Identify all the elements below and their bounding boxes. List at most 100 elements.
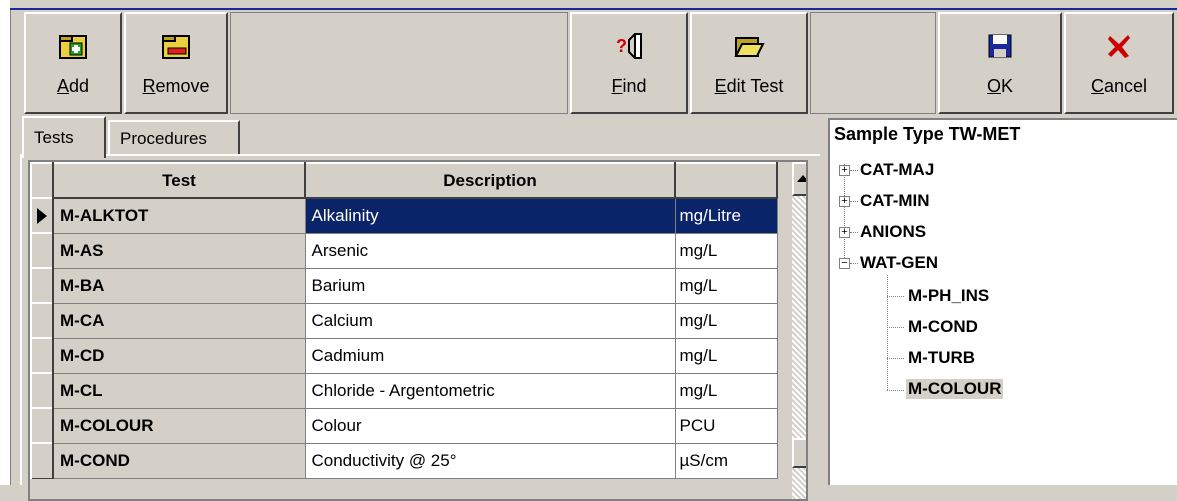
scroll-thumb[interactable] [792, 438, 806, 468]
column-header-units[interactable] [674, 162, 778, 199]
tree-connector [850, 201, 858, 202]
units-cell[interactable]: mg/L [674, 267, 778, 304]
description-cell[interactable]: Barium [304, 267, 676, 304]
tree-node-m-colour[interactable]: M-COLOUR [906, 379, 1004, 399]
cancel-label: Cancel [1090, 76, 1148, 96]
tree-connector [850, 263, 858, 264]
tab-tests[interactable]: Tests [22, 116, 106, 158]
arrow-up-icon [797, 175, 806, 182]
tree-connector [850, 170, 858, 171]
ok-button[interactable]: OK [938, 12, 1062, 114]
toolbar: Add Remove ? Find Edit Test OK Cancel [12, 12, 1177, 116]
cancel-button[interactable]: Cancel [1064, 12, 1174, 114]
units-cell[interactable]: PCU [674, 407, 778, 444]
tests-grid: Test Description M-ALKTOT Alkalinity mg/… [28, 160, 808, 501]
row-indicator [30, 442, 54, 479]
add-button[interactable]: Add [24, 12, 122, 114]
table-row[interactable]: M-COND Conductivity @ 25° µS/cm [30, 442, 778, 479]
title-strip [10, 0, 1177, 10]
expand-icon[interactable]: + [839, 227, 850, 238]
units-cell[interactable]: mg/Litre [674, 197, 778, 234]
scroll-up-button[interactable] [792, 162, 806, 196]
ok-label: OK [986, 76, 1014, 96]
tree-node-anions[interactable]: ANIONS [860, 222, 926, 242]
open-folder-icon [734, 37, 765, 57]
test-code-cell[interactable]: M-AS [52, 232, 306, 269]
test-code-cell[interactable]: M-COND [52, 442, 306, 479]
tree-node-m-cond[interactable]: M-COND [908, 317, 978, 337]
edit-test-label: Edit Test [714, 76, 784, 96]
row-indicator-header [30, 162, 54, 199]
description-cell[interactable]: Calcium [304, 302, 676, 339]
test-code-cell[interactable]: M-ALKTOT [52, 197, 306, 234]
tab-procedures[interactable]: Procedures [108, 120, 240, 154]
collapse-icon[interactable]: − [839, 258, 850, 269]
table-row[interactable]: M-AS Arsenic mg/L [30, 232, 778, 269]
tests-table: Test Description M-ALKTOT Alkalinity mg/… [30, 162, 778, 479]
row-indicator [30, 232, 54, 269]
description-cell[interactable]: Cadmium [304, 337, 676, 374]
column-header-test[interactable]: Test [52, 162, 306, 199]
units-cell[interactable]: mg/L [674, 232, 778, 269]
units-cell[interactable]: mg/L [674, 372, 778, 409]
description-cell[interactable]: Arsenic [304, 232, 676, 269]
table-row[interactable]: M-CL Chloride - Argentometric mg/L [30, 372, 778, 409]
table-row[interactable]: M-BA Barium mg/L [30, 267, 778, 304]
outer-frame-left [0, 0, 11, 485]
tree-connector [887, 358, 904, 359]
expand-icon[interactable]: + [839, 196, 850, 207]
tree-node-cat-maj[interactable]: CAT-MAJ [860, 160, 934, 180]
table-header-row: Test Description [30, 162, 778, 199]
row-indicator [30, 267, 54, 304]
description-cell[interactable]: Alkalinity [304, 197, 676, 234]
find-button[interactable]: ? Find [570, 12, 688, 114]
tree-connector [887, 275, 888, 390]
remove-button[interactable]: Remove [124, 12, 228, 114]
tree-connector [887, 296, 904, 297]
row-indicator [30, 302, 54, 339]
sample-type-tree[interactable]: Sample Type TW-MET + CAT-MAJ + CAT-MIN +… [828, 118, 1177, 485]
description-cell[interactable]: Chloride - Argentometric [304, 372, 676, 409]
find-icon: ? [616, 33, 642, 59]
column-header-description[interactable]: Description [304, 162, 676, 199]
edit-test-button[interactable]: Edit Test [690, 12, 808, 114]
current-row-arrow-icon [37, 208, 47, 224]
tree-connector [887, 327, 904, 328]
table-row[interactable]: M-COLOUR Colour PCU [30, 407, 778, 444]
remove-label: Remove [142, 76, 210, 96]
expand-icon[interactable]: + [839, 165, 850, 176]
save-disk-icon [988, 34, 1012, 58]
row-indicator [30, 197, 54, 234]
description-cell[interactable]: Conductivity @ 25° [304, 442, 676, 479]
units-cell[interactable]: mg/L [674, 302, 778, 339]
tree-node-m-ph-ins[interactable]: M-PH_INS [908, 286, 989, 306]
row-indicator [30, 407, 54, 444]
find-label: Find [611, 76, 647, 96]
tree-title: Sample Type TW-MET [834, 124, 1021, 144]
toolbar-spacer [230, 12, 568, 114]
test-code-cell[interactable]: M-BA [52, 267, 306, 304]
tree-connector [844, 164, 845, 268]
cancel-x-icon [1108, 35, 1130, 58]
add-folder-icon [59, 35, 87, 59]
tree-node-cat-min[interactable]: CAT-MIN [860, 191, 930, 211]
test-code-cell[interactable]: M-CA [52, 302, 306, 339]
tests-panel: Tests Procedures Test Description M-ALKT… [12, 116, 822, 501]
test-code-cell[interactable]: M-CD [52, 337, 306, 374]
tree-node-wat-gen[interactable]: WAT-GEN [860, 253, 938, 273]
row-indicator [30, 372, 54, 409]
test-code-cell[interactable]: M-COLOUR [52, 407, 306, 444]
units-cell[interactable]: µS/cm [674, 442, 778, 479]
remove-folder-icon [162, 35, 190, 59]
svg-text:?: ? [616, 36, 627, 56]
table-row[interactable]: M-CD Cadmium mg/L [30, 337, 778, 374]
description-cell[interactable]: Colour [304, 407, 676, 444]
test-code-cell[interactable]: M-CL [52, 372, 306, 409]
vertical-scrollbar[interactable] [792, 162, 806, 499]
units-cell[interactable]: mg/L [674, 337, 778, 374]
tree-connector [850, 232, 858, 233]
tree-node-m-turb[interactable]: M-TURB [908, 348, 975, 368]
row-indicator [30, 337, 54, 374]
table-row[interactable]: M-CA Calcium mg/L [30, 302, 778, 339]
table-row[interactable]: M-ALKTOT Alkalinity mg/Litre [30, 197, 778, 234]
